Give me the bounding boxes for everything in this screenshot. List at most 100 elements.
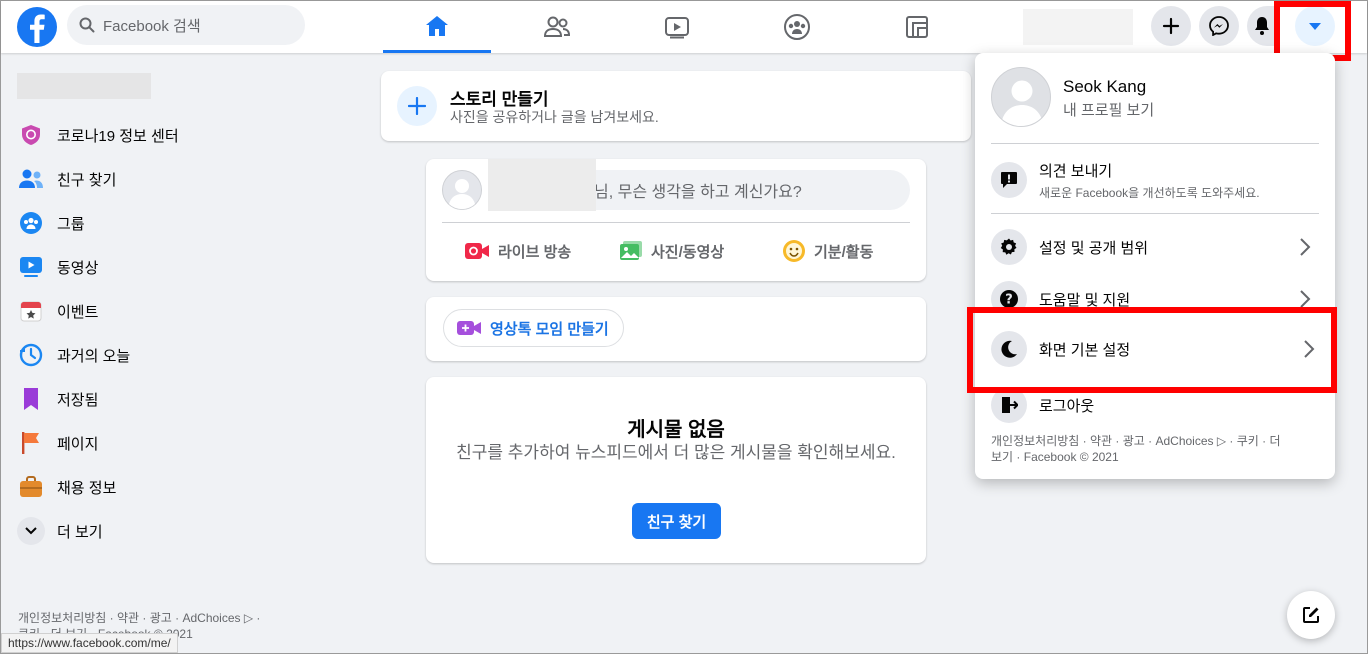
empty-feed-card: 게시물 없음 친구를 추가하여 뉴스피드에서 더 많은 게시물을 확인해보세요.… bbox=[426, 377, 926, 563]
top-navigation-bar: Facebook 검색 bbox=[1, 1, 1367, 53]
sidebar-item-memories[interactable]: 과거의 오늘 bbox=[17, 337, 130, 373]
empty-feed-title: 게시물 없음 bbox=[627, 419, 725, 441]
tab-groups[interactable] bbox=[743, 1, 851, 53]
sidebar-item-saved[interactable]: 저장됨 bbox=[17, 381, 98, 417]
create-room-card: 영상톡 모임 만들기 bbox=[426, 297, 926, 361]
sidebar-item-covid[interactable]: 코로나19 정보 센터 bbox=[17, 117, 179, 153]
action-label: 사진/동영상 bbox=[651, 243, 725, 261]
find-friends-button[interactable]: 친구 찾기 bbox=[632, 503, 721, 539]
footer-line: 개인정보처리방침 · 약관 · 광고 · AdChoices ▷ · 쿠키 · … bbox=[991, 434, 1281, 448]
divider bbox=[442, 222, 910, 223]
tab-home[interactable] bbox=[383, 1, 491, 53]
footer-line: 보기 · Facebook © 2021 bbox=[991, 450, 1119, 464]
create-story-card[interactable]: 스토리 만들기 사진을 공유하거나 글을 남겨보세요. bbox=[381, 71, 971, 141]
create-room-label: 영상톡 모임 만들기 bbox=[490, 320, 609, 338]
sidebar-item-label: 더 보기 bbox=[57, 523, 103, 541]
sidebar-item-label: 친구 찾기 bbox=[57, 171, 117, 189]
menu-item-feedback[interactable]: 의견 보내기 새로운 Facebook을 개선하도록 도와주세요. bbox=[991, 157, 1319, 203]
messenger-icon bbox=[1209, 16, 1229, 36]
highlight-box-display-setting bbox=[967, 307, 1337, 393]
post-composer-card: 님, 무슨 생각을 하고 계신가요? 라이브 방송 사진/동영상 기분/활동 bbox=[426, 159, 926, 281]
tab-gaming[interactable] bbox=[863, 1, 971, 53]
search-box[interactable]: Facebook 검색 bbox=[67, 5, 305, 45]
sidebar-item-label: 이벤트 bbox=[57, 303, 99, 321]
feedback-icon bbox=[991, 162, 1027, 198]
facebook-logo-icon[interactable] bbox=[17, 7, 57, 47]
sidebar-item-pages[interactable]: 페이지 bbox=[17, 425, 98, 461]
gear-icon bbox=[991, 229, 1027, 265]
live-video-icon bbox=[465, 243, 489, 259]
sidebar-item-video[interactable]: 동영상 bbox=[17, 249, 98, 285]
menu-item-label: 의견 보내기 bbox=[1039, 162, 1113, 180]
sidebar-item-jobs[interactable]: 채용 정보 bbox=[17, 469, 116, 505]
friends-icon bbox=[17, 165, 45, 193]
feeling-activity-button[interactable]: 기분/활동 bbox=[782, 235, 873, 267]
video-icon bbox=[17, 253, 45, 281]
avatar[interactable] bbox=[442, 170, 482, 210]
view-profile-label: 내 프로필 보기 bbox=[1063, 102, 1155, 119]
gaming-icon bbox=[906, 16, 928, 38]
briefcase-icon bbox=[17, 473, 45, 501]
highlight-box-account-button bbox=[1274, 1, 1351, 61]
avatar bbox=[991, 67, 1051, 127]
profile-name: Seok Kang bbox=[1063, 77, 1147, 96]
create-button[interactable] bbox=[1151, 6, 1191, 46]
sidebar-item-label: 채용 정보 bbox=[57, 479, 117, 497]
tab-watch[interactable] bbox=[623, 1, 731, 53]
plus-icon bbox=[1162, 17, 1180, 35]
friends-icon bbox=[543, 16, 571, 37]
sidebar-item-label: 저장됨 bbox=[57, 391, 99, 409]
menu-item-settings[interactable]: 설정 및 공개 범위 bbox=[991, 227, 1319, 267]
divider bbox=[991, 143, 1319, 144]
chevron-right-icon bbox=[1300, 238, 1311, 256]
video-icon bbox=[665, 17, 689, 39]
sidebar-item-label: 코로나19 정보 센터 bbox=[57, 127, 179, 145]
messenger-button[interactable] bbox=[1199, 6, 1239, 46]
notifications-button[interactable] bbox=[1247, 6, 1277, 46]
profile-link[interactable]: Seok Kang 내 프로필 보기 bbox=[991, 67, 1319, 127]
story-subtitle: 사진을 공유하거나 글을 남겨보세요. bbox=[450, 109, 659, 125]
sidebar-item-label: 그룹 bbox=[57, 215, 85, 233]
sidebar-item-groups[interactable]: 그룹 bbox=[17, 205, 85, 241]
tab-friends[interactable] bbox=[503, 1, 611, 53]
sidebar-item-label: 과거의 오늘 bbox=[57, 347, 131, 365]
covid-info-icon bbox=[17, 121, 45, 149]
video-chat-plus-icon bbox=[457, 321, 481, 335]
photo-icon bbox=[620, 241, 642, 260]
smiley-icon bbox=[783, 240, 805, 262]
bookmark-icon bbox=[17, 385, 45, 413]
live-video-button[interactable]: 라이브 방송 bbox=[464, 235, 571, 267]
post-composer-placeholder: 님, 무슨 생각을 하고 계신가요? bbox=[594, 184, 802, 201]
menu-item-label: 로그아웃 bbox=[1039, 397, 1095, 415]
compose-icon bbox=[1303, 607, 1319, 623]
menu-footer-links[interactable]: 개인정보처리방침 · 약관 · 광고 · AdChoices ▷ · 쿠키 · … bbox=[991, 433, 1321, 465]
account-dropdown-menu: Seok Kang 내 프로필 보기 의견 보내기 새로운 Facebook을 … bbox=[975, 53, 1335, 479]
photo-video-button[interactable]: 사진/동영상 bbox=[619, 235, 724, 267]
profile-shortcut-blurred[interactable] bbox=[1023, 9, 1133, 45]
create-room-button[interactable]: 영상톡 모임 만들기 bbox=[443, 309, 624, 347]
chevron-down-icon bbox=[17, 517, 45, 545]
action-label: 라이브 방송 bbox=[498, 243, 572, 261]
profile-name-blurred[interactable] bbox=[17, 73, 151, 99]
footer-line: 개인정보처리방침 · 약관 · 광고 · AdChoices ▷ · bbox=[18, 611, 261, 625]
flag-icon bbox=[17, 429, 45, 457]
sidebar-item-label: 페이지 bbox=[57, 435, 99, 453]
groups-icon bbox=[784, 14, 810, 40]
sidebar-item-find-friends[interactable]: 친구 찾기 bbox=[17, 161, 116, 197]
svg-text:?: ? bbox=[1005, 293, 1013, 308]
divider bbox=[991, 213, 1319, 214]
plus-icon bbox=[397, 86, 437, 126]
home-icon bbox=[426, 15, 448, 36]
sidebar-item-label: 동영상 bbox=[57, 259, 99, 277]
user-name-blurred bbox=[488, 159, 596, 211]
calendar-icon bbox=[17, 297, 45, 325]
clock-icon bbox=[17, 341, 45, 369]
groups-icon bbox=[17, 209, 45, 237]
new-message-button[interactable] bbox=[1287, 591, 1335, 639]
sidebar-item-see-more[interactable]: 더 보기 bbox=[17, 513, 103, 549]
menu-item-label: 설정 및 공개 범위 bbox=[1039, 239, 1149, 257]
sidebar-item-events[interactable]: 이벤트 bbox=[17, 293, 98, 329]
empty-feed-subtitle: 친구를 추가하여 뉴스피드에서 더 많은 게시물을 확인해보세요. bbox=[456, 443, 896, 462]
bell-icon bbox=[1255, 17, 1269, 35]
action-label: 기분/활동 bbox=[814, 243, 874, 261]
